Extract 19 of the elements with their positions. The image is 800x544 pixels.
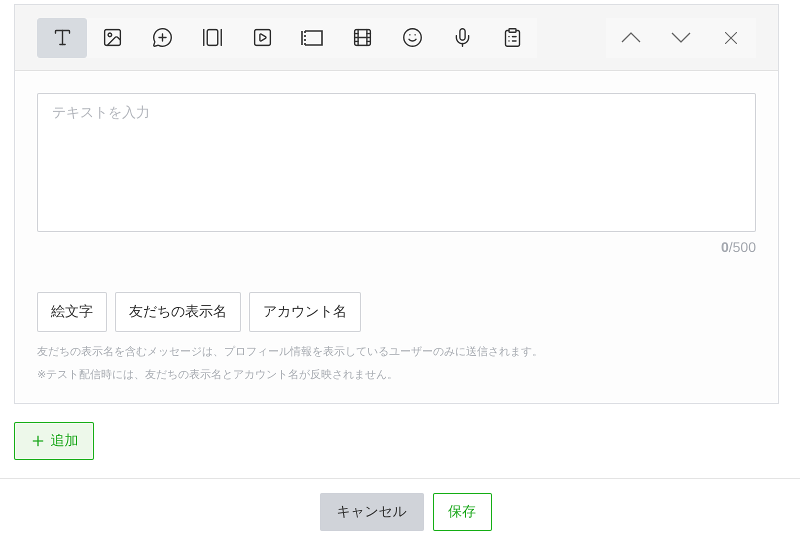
chevron-up-icon [621, 32, 641, 43]
image-icon [102, 27, 122, 48]
smiley-icon [402, 27, 422, 48]
message-input-field[interactable]: テキストを入力 [37, 93, 756, 232]
insert-button[interactable]: アカウント名 [249, 292, 361, 332]
cancel-button[interactable]: キャンセル [320, 493, 424, 531]
coupon-icon [301, 30, 323, 46]
insert-button[interactable]: 友だちの表示名 [115, 292, 241, 332]
chevron-down-icon [671, 32, 691, 43]
film-icon [352, 27, 372, 48]
carousel-icon [202, 27, 222, 48]
text-tool[interactable] [37, 18, 87, 58]
note-text: ※テスト配信時には、友だちの表示名とアカウント名が反映されません。 [37, 368, 400, 382]
chat-bubble-plus-icon [152, 27, 172, 48]
insert-button[interactable]: 絵文字 [37, 292, 107, 332]
character-counter: 0/500 [720, 239, 756, 255]
note-text: 友だちの表示名を含むメッセージは、プロフィール情報を表示しているユーザーのみに送信されます。 [37, 344, 544, 359]
plus-icon [30, 433, 46, 449]
play-icon [252, 27, 272, 48]
